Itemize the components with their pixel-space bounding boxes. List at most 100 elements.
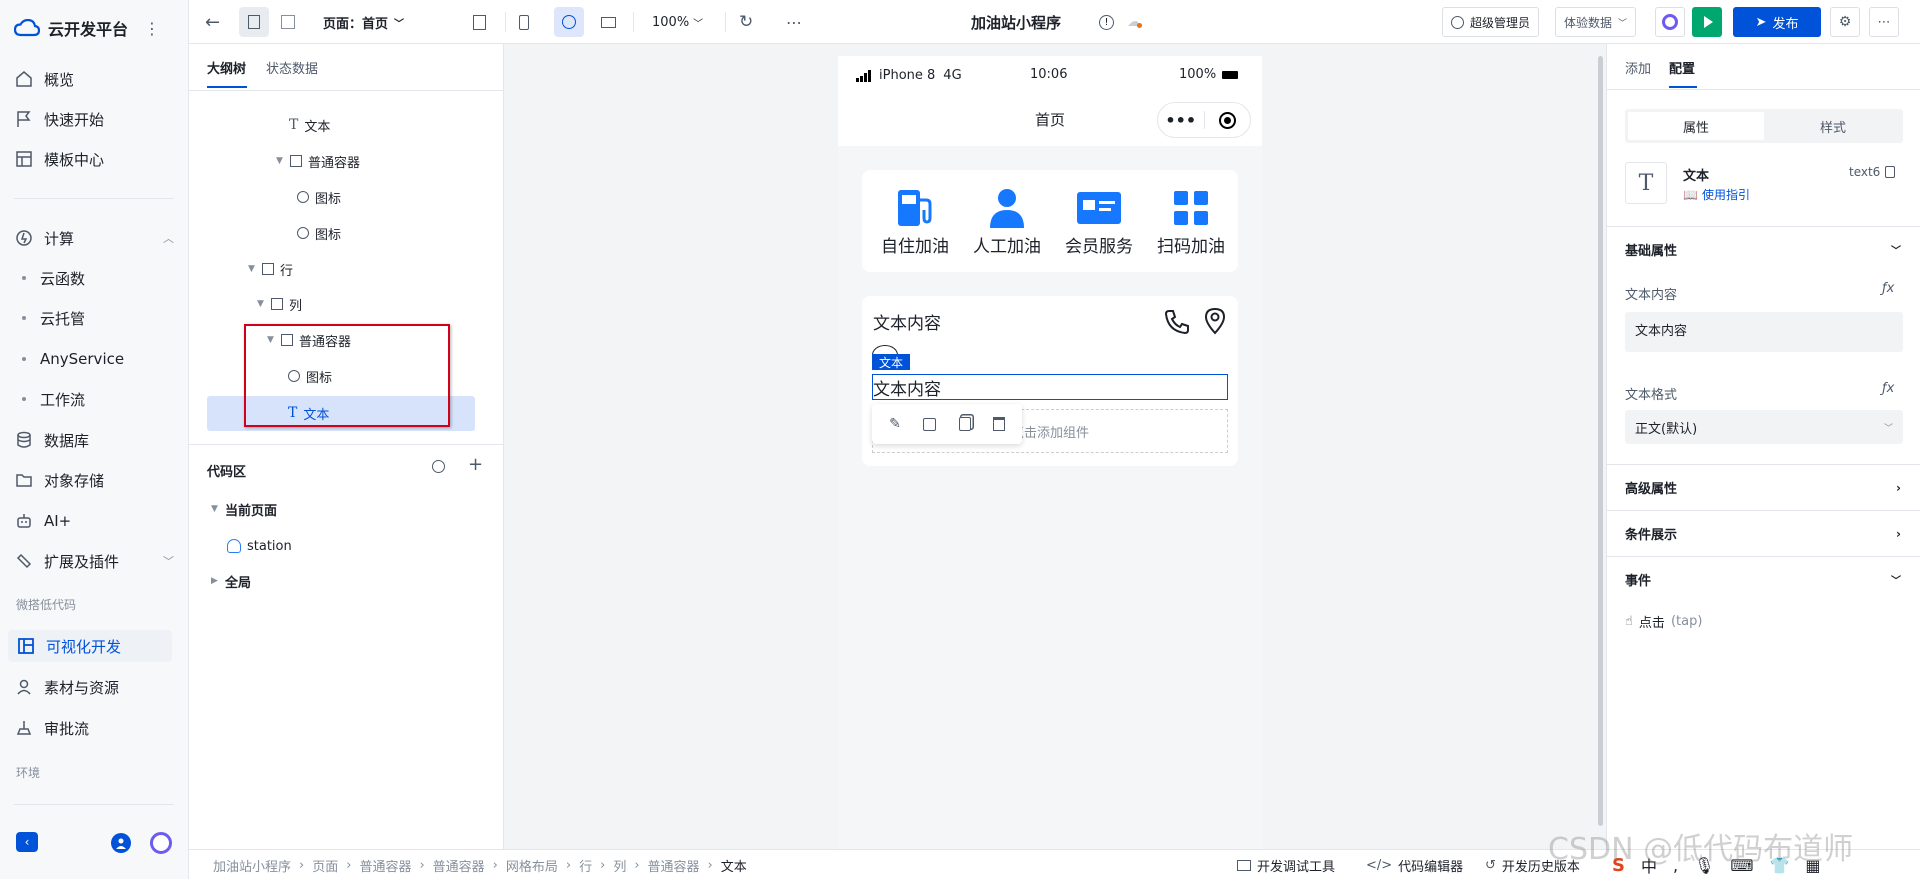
nav-database[interactable]: 数据库 [14,424,174,456]
divider [189,444,504,445]
user-circle-icon [1451,15,1464,29]
breadcrumb-item[interactable]: 网格布局 [506,856,558,875]
miniprogram-device-button[interactable] [554,0,584,44]
tree-node-text[interactable]: T 文本 [289,110,330,140]
desktop-device-button[interactable] [601,0,616,44]
grid-item-self-fuel[interactable]: 自住加油 [870,188,960,257]
segment-properties[interactable]: 属性 [1628,112,1764,140]
zoom-selector[interactable]: 100% ﹀ [652,0,703,44]
brand[interactable]: 云开发平台 ⋮ [14,14,160,42]
assistant-button[interactable] [1655,0,1685,44]
new-page-button[interactable] [473,0,486,44]
usage-guide-link[interactable]: 📖 使用指引 [1683,186,1750,203]
user-avatar-icon[interactable] [111,833,131,853]
formula-fx-icon[interactable]: ƒx [1882,381,1894,396]
section-condition[interactable]: 条件展示 › [1607,510,1920,556]
more-menu-button[interactable]: ⋯ [1869,0,1899,44]
tree-node-row[interactable]: ▼ 行 [248,254,293,284]
phone-call-icon[interactable] [1163,308,1191,336]
breadcrumb-item[interactable]: 加油站小程序 [213,856,291,875]
copy-id-icon[interactable] [1885,166,1896,178]
grid-item-member-service[interactable]: 会员服务 [1054,188,1144,257]
run-button[interactable] [1692,0,1722,44]
publish-button[interactable]: ➤ 发布 [1733,0,1821,44]
tab-outline-tree[interactable]: 大纲树 [207,58,246,77]
breadcrumb-item[interactable]: 普通容器 [359,856,411,875]
code-group-current-page[interactable]: ▼ 当前页面 [211,494,277,524]
settings-button[interactable]: ⚙ [1830,0,1860,44]
save-icon[interactable] [923,417,937,431]
code-group-global[interactable]: ▶ 全局 [211,566,251,596]
breadcrumb-separator: › [419,858,425,873]
search-code-button[interactable] [432,460,445,473]
code-item-station[interactable]: station [227,531,292,561]
page-selector[interactable]: 页面：首页 ﹀ [323,0,404,44]
breadcrumb-item[interactable]: 普通容器 [648,856,700,875]
nav-quickstart[interactable]: 快速开始 [14,103,174,135]
nav-approval[interactable]: 审批流 [14,712,174,744]
tree-node-container[interactable]: ▼ 普通容器 [276,146,360,176]
mobile-device-button[interactable] [519,0,529,44]
canvas-scrollbar[interactable] [1598,56,1603,826]
section-advanced-props[interactable]: 高级属性 › [1607,464,1920,510]
breadcrumb-item[interactable]: 页面 [312,856,338,875]
refresh-button[interactable]: ↻ [739,0,753,44]
component-view-button[interactable] [273,7,303,37]
assistant-bot-icon[interactable] [150,832,172,854]
nav-visual-dev[interactable]: 可视化开发 [8,630,172,662]
breadcrumb-item-current[interactable]: 文本 [721,856,747,875]
code-editor-button[interactable]: </> 代码编辑器 [1366,856,1463,875]
breadcrumb-item[interactable]: 列 [613,856,626,875]
section-events[interactable]: 事件 ﹀ [1607,556,1920,602]
more-horizontal-icon: ⋯ [786,12,802,32]
add-code-button[interactable]: + [468,454,483,475]
devtools-button[interactable]: 开发调试工具 [1237,856,1335,875]
formula-fx-icon[interactable]: ƒx [1882,281,1894,296]
nav-overview[interactable]: 概览 [14,63,174,95]
nav-assets[interactable]: 素材与资源 [14,671,174,703]
content-textarea[interactable]: 文本内容 [1625,312,1903,352]
nav-compute[interactable]: 计算 ︿ [14,222,174,254]
edit-pencil-icon[interactable]: ✎ [889,416,901,432]
outline-view-button[interactable] [239,7,269,37]
more-vertical-icon[interactable]: ⋮ [144,19,160,38]
tab-config[interactable]: 配置 [1669,58,1695,77]
more-options-button[interactable]: ⋯ [786,0,802,44]
trash-icon[interactable] [992,417,1005,431]
collapse-sidebar-icon[interactable]: ‹ [16,832,38,852]
grid-item-manual-fuel[interactable]: 人工加油 [962,188,1052,257]
selected-text-component[interactable]: 文本内容 [872,374,1228,400]
info-button[interactable]: ! [1099,0,1114,44]
nav-workflow[interactable]: 工作流 [22,385,85,413]
tree-node-icon[interactable]: 图标 [297,218,341,248]
card-title-text[interactable]: 文本内容 [873,309,941,334]
monitor-icon [601,16,616,28]
nav-plugins[interactable]: 扩展及插件 ﹀ [14,545,174,577]
tab-add[interactable]: 添加 [1625,58,1651,77]
tree-node-icon[interactable]: 图标 [297,182,341,212]
nav-storage[interactable]: 对象存储 [14,464,174,496]
divider [14,804,174,805]
grid-item-scan-fuel[interactable]: 扫码加油 [1146,188,1236,257]
nav-ai[interactable]: AI+ [14,505,174,537]
datasource-icon [227,539,241,553]
tree-node-column[interactable]: ▼ 列 [257,289,302,319]
capsule-more-icon[interactable]: ••• [1158,111,1204,130]
format-select[interactable]: 正文(默认) ﹀ [1625,410,1903,444]
data-mode-selector[interactable]: 体验数据 ﹀ [1555,0,1637,44]
capsule-close-icon[interactable] [1204,111,1250,129]
back-button[interactable]: ← [205,0,220,44]
breadcrumb-item[interactable]: 普通容器 [433,856,485,875]
admin-button[interactable]: 超级管理员 [1442,0,1540,44]
tab-state-data[interactable]: 状态数据 [266,58,318,77]
segment-style[interactable]: 样式 [1766,112,1900,140]
event-click[interactable]: ☝ 点击 (tap) [1625,612,1702,631]
section-basic-props[interactable]: 基础属性 ﹀ [1607,226,1920,272]
nav-templates[interactable]: 模板中心 [14,143,174,175]
breadcrumb-item[interactable]: 行 [579,856,592,875]
nav-cloud-function[interactable]: 云函数 [22,264,85,292]
copy-icon[interactable] [958,417,971,431]
location-pin-icon[interactable] [1203,307,1227,335]
nav-cloud-hosting[interactable]: 云托管 [22,304,85,332]
nav-anyservice[interactable]: AnyService [22,345,124,373]
